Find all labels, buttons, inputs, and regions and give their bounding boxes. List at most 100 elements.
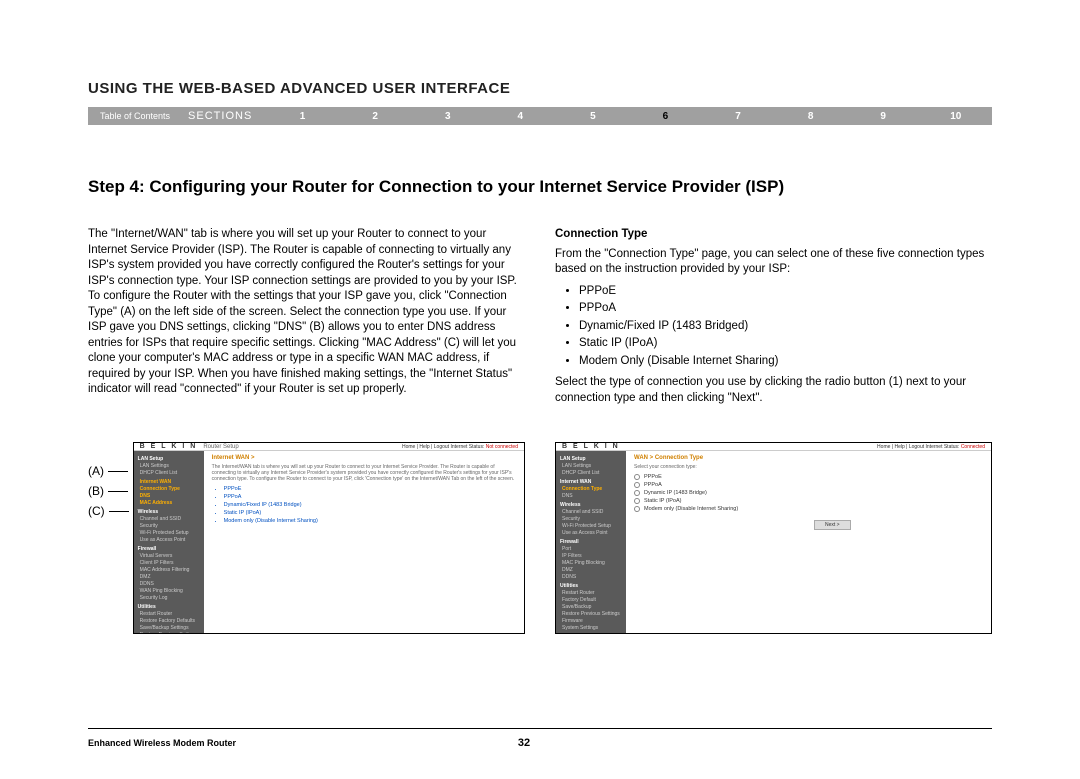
sidebar-item[interactable]: Security (138, 523, 200, 530)
sidebar-item[interactable]: Virtual Servers (138, 553, 200, 560)
list-item: PPPoE (224, 486, 516, 492)
radio-option[interactable]: Static IP (IPoA) (634, 498, 983, 504)
sidebar-item[interactable]: LAN Settings (138, 463, 200, 470)
sidebar-item[interactable]: Security Log (138, 595, 200, 602)
shot1-content-desc: The Internet/WAN tab is where you will s… (212, 464, 516, 482)
section-link-1[interactable]: 1 (266, 111, 339, 122)
right-paragraph-2: Select the type of connection you use by… (555, 375, 992, 406)
sidebar-item[interactable]: Restart Router (138, 611, 200, 618)
connection-type-heading: Connection Type (555, 227, 992, 243)
radio-option[interactable]: PPPoE (634, 474, 983, 480)
sidebar-item[interactable]: DDNS (560, 574, 622, 581)
sidebar-item[interactable]: Save/Backup (560, 604, 622, 611)
sidebar-item[interactable]: DMZ (560, 567, 622, 574)
connection-type-list: PPPoEPPPoA Dynamic/Fixed IP (1483 Bridged… (555, 284, 992, 370)
next-button[interactable]: Next > (814, 520, 851, 530)
shot1-status: Not connected (486, 444, 518, 450)
left-paragraph: The "Internet/WAN" tab is where you will… (88, 227, 525, 398)
list-item: Modem only (Disable Internet Sharing) (224, 518, 516, 524)
sidebar-item[interactable]: Use as Access Point (560, 530, 622, 537)
sidebar-item[interactable]: Firmware (560, 618, 622, 625)
sidebar-item[interactable]: Channel and SSID (138, 516, 200, 523)
radio-icon (634, 490, 640, 496)
footer-product-name: Enhanced Wireless Modem Router (88, 738, 236, 748)
sidebar-item[interactable]: Wi-Fi Protected Setup (138, 530, 200, 537)
sidebar-item[interactable]: Use as Access Point (138, 537, 200, 544)
sidebar-cat: Wireless (138, 509, 200, 516)
sidebar-cat: Internet WAN (560, 479, 622, 486)
sidebar-cat: Firewall (560, 539, 622, 546)
section-link-5[interactable]: 5 (557, 111, 630, 122)
section-link-2[interactable]: 2 (339, 111, 412, 122)
page-footer: Enhanced Wireless Modem Router 32 (88, 710, 992, 749)
sidebar-item[interactable]: MAC Address Filtering (138, 567, 200, 574)
callout-c: (C) (88, 504, 105, 518)
sidebar-item[interactable]: DHCP Client List (138, 470, 200, 477)
page-title: USING THE WEB-BASED ADVANCED USER INTERF… (88, 80, 992, 97)
sidebar-item[interactable]: Factory Default (560, 597, 622, 604)
list-item: PPPoE (579, 284, 992, 300)
sidebar-item[interactable]: DMZ (138, 574, 200, 581)
shot1-toplinks: Home | Help | Logout Internet Status: (402, 444, 484, 450)
sidebar-cat: LAN Setup (560, 456, 622, 463)
section-link-3[interactable]: 3 (411, 111, 484, 122)
list-item: Dynamic/Fixed IP (1483 Bridged) (579, 319, 992, 335)
sections-label: SECTIONS (182, 110, 266, 122)
screenshot-2: B E L K I N Home | Help | Logout Interne… (555, 442, 992, 634)
sidebar-item[interactable]: Restart Router (560, 590, 622, 597)
sidebar-item[interactable]: Port (560, 546, 622, 553)
sidebar-item[interactable]: DDNS (138, 581, 200, 588)
sidebar-item[interactable]: DHCP Client List (560, 470, 622, 477)
radio-option[interactable]: PPPoA (634, 482, 983, 488)
sidebar-item[interactable]: MAC Ping Blocking (560, 560, 622, 567)
list-item: Static IP (IPoA) (579, 336, 992, 352)
section-link-8[interactable]: 8 (774, 111, 847, 122)
sidebar-item[interactable]: Client IP Filters (138, 560, 200, 567)
radio-icon (634, 498, 640, 504)
sidebar-cat: Utilities (138, 604, 200, 611)
shot2-select-label: Select your connection type: (634, 464, 983, 470)
sidebar-cat: Wireless (560, 502, 622, 509)
sidebar-item[interactable]: System Settings (560, 625, 622, 632)
section-link-4[interactable]: 4 (484, 111, 557, 122)
section-link-6[interactable]: 6 (629, 111, 702, 122)
radio-icon (634, 474, 640, 480)
radio-label: Static IP (IPoA) (644, 498, 682, 504)
sidebar-item[interactable]: Wi-Fi Protected Setup (560, 523, 622, 530)
section-link-10[interactable]: 10 (919, 111, 992, 122)
shot1-content: Internet WAN > The Internet/WAN tab is w… (204, 451, 524, 634)
right-column: Connection Type From the "Connection Typ… (555, 227, 992, 412)
sidebar-item[interactable]: Restore Previous Settings (560, 611, 622, 618)
sidebar-item[interactable]: Restore Factory Defaults (138, 618, 200, 625)
sidebar-item[interactable]: Save/Backup Settings (138, 625, 200, 632)
list-item: PPPoA (579, 301, 992, 317)
section-link-7[interactable]: 7 (702, 111, 775, 122)
sidebar-item[interactable]: Channel and SSID (560, 509, 622, 516)
belkin-logo-2: B E L K I N (562, 443, 620, 450)
list-item: Modem Only (Disable Internet Sharing) (579, 354, 992, 370)
sidebar-item[interactable]: MAC Address (138, 500, 200, 507)
sidebar-item[interactable]: IP Filters (560, 553, 622, 560)
belkin-logo: B E L K I N (140, 443, 198, 450)
radio-label: Modem only (Disable Internet Sharing) (644, 506, 738, 512)
sidebar-item[interactable]: LAN Settings (560, 463, 622, 470)
sidebar-item[interactable]: WAN Ping Blocking (138, 588, 200, 595)
shot2-content-heading: WAN > Connection Type (634, 455, 983, 461)
shot2-status: Connected (961, 444, 985, 450)
list-item: Dynamic/Fixed IP (1483 Bridge) (224, 502, 516, 508)
toc-link[interactable]: Table of Contents (88, 111, 182, 121)
sidebar-item[interactable]: Restore Previous Settings (138, 632, 200, 634)
sidebar-cat: Internet WAN (138, 479, 200, 486)
section-link-9[interactable]: 9 (847, 111, 920, 122)
sidebar-item[interactable]: Connection Type (560, 486, 622, 493)
radio-option[interactable]: Modem only (Disable Internet Sharing) (634, 506, 983, 512)
sidebar-item[interactable]: DNS (560, 493, 622, 500)
radio-label: PPPoE (644, 474, 662, 480)
left-column: The "Internet/WAN" tab is where you will… (88, 227, 525, 412)
sidebar-item[interactable]: Security (560, 516, 622, 523)
sidebar-item[interactable]: Connection Type (138, 486, 200, 493)
sidebar-cat: Utilities (560, 583, 622, 590)
callout-a: (A) (88, 464, 104, 478)
radio-option[interactable]: Dynamic IP (1483 Bridge) (634, 490, 983, 496)
sidebar-item[interactable]: DNS (138, 493, 200, 500)
